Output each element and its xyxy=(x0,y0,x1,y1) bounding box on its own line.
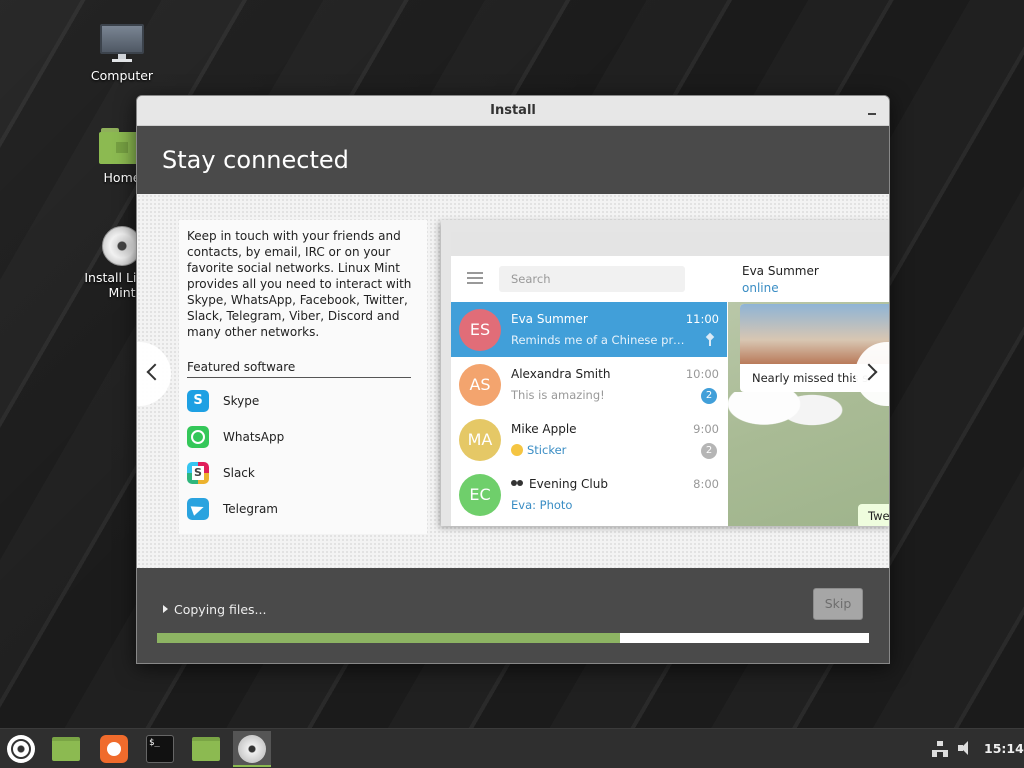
progress-bar xyxy=(157,633,869,643)
taskbar-installer-button[interactable] xyxy=(233,731,271,767)
chat-message: This is amazing! xyxy=(511,388,605,402)
group-icon xyxy=(511,480,524,488)
chat-name: Eva Summer xyxy=(511,312,588,326)
chat-row-eva-summer: ES Eva Summer 11:00 Reminds me of a Chin… xyxy=(451,302,727,357)
computer-icon xyxy=(99,24,145,64)
telegram-chat-header: Eva Summer online xyxy=(728,256,889,302)
chat-row-evening-club: EC Evening Club 8:00 Eva: Photo xyxy=(451,467,727,522)
network-icon[interactable] xyxy=(932,741,948,757)
chat-time: 8:00 xyxy=(693,477,719,491)
chat-name: Mike Apple xyxy=(511,422,577,436)
skype-icon xyxy=(187,390,209,412)
telegram-search-row: Search xyxy=(451,256,727,302)
whatsapp-icon xyxy=(187,426,209,448)
slide-header: Stay connected xyxy=(137,126,889,194)
hamburger-menu-icon xyxy=(467,272,483,284)
pin-icon xyxy=(705,334,715,346)
telegram-icon xyxy=(187,498,209,520)
files-icon xyxy=(192,737,220,761)
chat-background: Nearly missed this s Twe xyxy=(728,302,889,526)
window-titlebar[interactable]: Install xyxy=(137,96,889,126)
desktop-icon-computer[interactable]: Computer xyxy=(72,24,172,83)
chat-message-text: Sticker xyxy=(527,443,567,457)
taskbar-files-button[interactable] xyxy=(187,731,225,767)
installer-window: Install Stay connected Keep in touch wit… xyxy=(136,95,890,664)
chat-header-status: online xyxy=(742,281,779,295)
chat-message: Reminds me of a Chinese proverb... xyxy=(511,333,691,347)
previous-slide-button[interactable] xyxy=(137,342,171,406)
slack-icon xyxy=(187,462,209,484)
featured-app-name: Telegram xyxy=(223,502,278,516)
telegram-search-field: Search xyxy=(499,266,685,292)
unread-badge: 2 xyxy=(701,388,717,404)
taskbar-firefox-button[interactable] xyxy=(95,731,133,767)
chat-time: 9:00 xyxy=(693,422,719,436)
featured-software-title: Featured software xyxy=(187,360,411,378)
chat-message: Sticker xyxy=(511,443,691,457)
telegram-app-preview: Search ES Eva Summer 11:00 Reminds me of… xyxy=(451,232,889,526)
chat-message: Eva: Photo xyxy=(511,498,573,512)
progress-bar-fill xyxy=(157,633,620,643)
expander-arrow-icon xyxy=(163,605,168,613)
chat-name: Alexandra Smith xyxy=(511,367,611,381)
installer-disc-icon xyxy=(238,735,266,763)
featured-app-name: WhatsApp xyxy=(223,430,285,444)
slide-title: Stay connected xyxy=(162,146,349,174)
avatar: AS xyxy=(459,364,501,406)
telegram-titlebar xyxy=(451,232,889,256)
avatar: EC xyxy=(459,474,501,516)
clock[interactable]: 15:14 xyxy=(984,741,1024,756)
featured-app-slack: Slack xyxy=(187,460,427,486)
taskbar: $_ 15:14 xyxy=(0,728,1024,768)
taskbar-files-button[interactable] xyxy=(47,731,85,767)
message-bubble: Twe xyxy=(858,504,889,526)
chat-name-text: Evening Club xyxy=(529,477,608,491)
avatar: MA xyxy=(459,419,501,461)
flower-petals-decoration xyxy=(728,392,848,452)
window-title: Install xyxy=(490,103,536,118)
mint-menu-icon xyxy=(7,735,35,763)
mint-menu-button[interactable] xyxy=(2,731,40,767)
volume-icon[interactable] xyxy=(958,741,976,755)
progress-expander[interactable]: Copying files... xyxy=(163,602,266,617)
files-icon xyxy=(52,737,80,761)
chat-name: Evening Club xyxy=(511,477,608,491)
info-panel: Keep in touch with your friends and cont… xyxy=(179,220,427,534)
avatar: ES xyxy=(459,309,501,351)
chat-time: 11:00 xyxy=(685,312,719,326)
smile-emoji-icon xyxy=(511,444,523,456)
installer-footer: Copying files... Skip xyxy=(137,568,889,663)
terminal-icon: $_ xyxy=(146,735,174,763)
chat-header-name: Eva Summer xyxy=(742,264,819,278)
minimize-button[interactable] xyxy=(863,101,881,119)
telegram-chat-list: Search ES Eva Summer 11:00 Reminds me of… xyxy=(451,256,727,526)
firefox-icon xyxy=(100,735,128,763)
chat-row-alexandra-smith: AS Alexandra Smith 10:00 This is amazing… xyxy=(451,357,727,412)
featured-app-skype: Skype xyxy=(187,388,427,414)
chat-row-mike-apple: MA Mike Apple 9:00 Sticker 2 xyxy=(451,412,727,467)
slideshow-content: Keep in touch with your friends and cont… xyxy=(137,194,889,568)
featured-app-name: Slack xyxy=(223,466,255,480)
unread-badge: 2 xyxy=(701,443,717,459)
desktop-icon-label: Computer xyxy=(90,68,154,83)
featured-app-whatsapp: WhatsApp xyxy=(187,424,427,450)
chat-time: 10:00 xyxy=(685,367,719,381)
slide-description: Keep in touch with your friends and cont… xyxy=(187,229,412,339)
featured-app-name: Skype xyxy=(223,394,260,408)
featured-app-telegram: Telegram xyxy=(187,496,427,522)
telegram-screenshot: Search ES Eva Summer 11:00 Reminds me of… xyxy=(441,220,889,526)
progress-status: Copying files... xyxy=(174,602,267,617)
taskbar-terminal-button[interactable]: $_ xyxy=(141,731,179,767)
skip-button[interactable]: Skip xyxy=(813,588,863,620)
